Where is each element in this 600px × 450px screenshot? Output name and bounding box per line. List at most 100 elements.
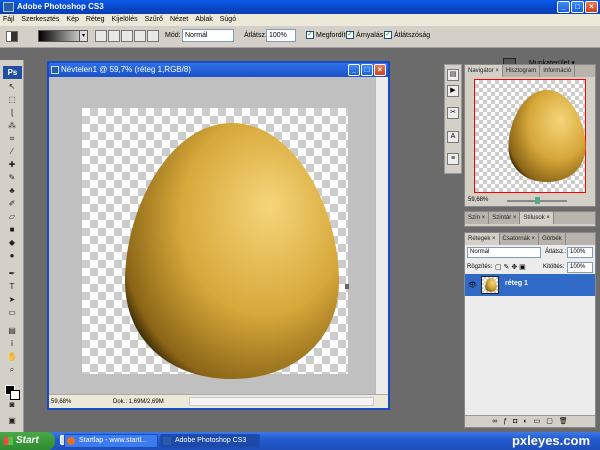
notes-tool-icon[interactable]: ▤ xyxy=(5,326,19,335)
tab-layers[interactable]: Rétegek × xyxy=(465,233,500,245)
document-title-bar[interactable]: Névtelen1 @ 59,7% (réteg 1,RGB/8) _ □ × xyxy=(49,63,388,77)
app-title-bar: Adobe Photoshop CS3 _ □ × xyxy=(0,0,600,14)
layer-row[interactable]: 👁 réteg 1 xyxy=(465,274,595,296)
photoshop-app-icon xyxy=(3,2,14,12)
navigator-preview[interactable] xyxy=(474,79,586,193)
reflected-gradient-button[interactable] xyxy=(134,30,146,42)
magic-wand-tool-icon[interactable]: ⁂ xyxy=(5,121,19,130)
vertical-scrollbar[interactable] xyxy=(375,77,388,396)
quick-mask-icon[interactable]: ◙ xyxy=(5,400,19,409)
dodge-tool-icon[interactable]: ● xyxy=(5,251,19,260)
start-button[interactable]: Start xyxy=(0,432,55,450)
menu-window[interactable]: Ablak xyxy=(195,14,213,26)
zoom-level[interactable]: 59,68% xyxy=(51,396,71,408)
tab-histogram[interactable]: Hisztogram xyxy=(503,65,541,77)
history-panel-icon[interactable]: ▤ xyxy=(447,69,459,81)
gradient-tool-icon[interactable]: ■ xyxy=(5,225,19,234)
screen-mode-icon[interactable]: ▣ xyxy=(5,416,19,425)
link-layers-icon[interactable]: ∞ xyxy=(492,416,497,427)
background-color-swatch[interactable] xyxy=(10,390,20,400)
tab-channels[interactable]: Csatornák × xyxy=(500,233,540,245)
lasso-tool-icon[interactable]: ɭ xyxy=(5,108,19,117)
layer-mask-icon[interactable]: ◘ xyxy=(513,416,517,427)
tab-info[interactable]: Információ xyxy=(540,65,576,77)
pen-tool-icon[interactable]: ✒ xyxy=(5,269,19,278)
angle-gradient-button[interactable] xyxy=(121,30,133,42)
checkmark-icon: ✓ xyxy=(346,31,354,39)
actions-panel-icon[interactable]: ▶ xyxy=(447,85,459,97)
panel-dock-strip: ▤ ▶ ✂ A ≡ xyxy=(444,64,462,174)
tab-color[interactable]: Szín × xyxy=(465,212,490,224)
menu-file[interactable]: Fájl xyxy=(3,14,14,26)
reverse-checkbox[interactable]: ✓ Megfordít xyxy=(306,31,346,39)
menu-select[interactable]: Kijelölés xyxy=(112,14,138,26)
shape-tool-icon[interactable]: ▭ xyxy=(5,308,19,317)
crop-tool-icon[interactable]: ⌗ xyxy=(5,134,19,143)
taskbar-item-browser[interactable]: Startlap - www.startl... xyxy=(64,434,158,448)
doc-maximize-button[interactable]: □ xyxy=(361,64,373,76)
menu-edit[interactable]: Szerkesztés xyxy=(21,14,59,26)
hand-tool-icon[interactable]: ✋ xyxy=(5,352,19,361)
new-group-icon[interactable]: ▭ xyxy=(534,416,541,427)
slice-tool-icon[interactable]: ⁄ xyxy=(5,147,19,156)
gradient-picker[interactable]: ▾ xyxy=(38,30,88,42)
maximize-button[interactable]: □ xyxy=(571,1,584,13)
tab-swatches[interactable]: Színtár × xyxy=(489,212,521,224)
document-size-info[interactable]: Dok.: 1,69M/2,69M xyxy=(113,396,164,408)
taskbar-item-photoshop[interactable]: Adobe Photoshop CS3 xyxy=(160,434,260,448)
windows-logo-icon xyxy=(4,437,13,445)
diamond-gradient-button[interactable] xyxy=(147,30,159,42)
doc-close-button[interactable]: × xyxy=(374,64,386,76)
close-button[interactable]: × xyxy=(585,1,598,13)
move-tool-icon[interactable]: ↖ xyxy=(5,82,19,91)
dither-checkbox[interactable]: ✓ Árnyalás xyxy=(346,31,383,39)
tab-curves[interactable]: Görbék xyxy=(539,233,566,245)
menu-layer[interactable]: Réteg xyxy=(86,14,105,26)
menu-help[interactable]: Súgó xyxy=(220,14,236,26)
tab-styles[interactable]: Stílusok × xyxy=(520,212,554,224)
tool-presets-icon[interactable]: ✂ xyxy=(447,107,459,119)
history-brush-tool-icon[interactable]: ✐ xyxy=(5,199,19,208)
eyedropper-tool-icon[interactable]: ⅰ xyxy=(5,339,19,348)
opacity-field[interactable]: 100% xyxy=(266,29,296,42)
paragraph-panel-icon[interactable]: ≡ xyxy=(447,153,459,165)
layer-style-icon[interactable]: ƒ xyxy=(503,416,507,427)
navigator-zoom-bar: 59,68% xyxy=(465,195,595,206)
menu-filter[interactable]: Szűrő xyxy=(145,14,163,26)
transparency-checkbox[interactable]: ✓ Átlátszóság xyxy=(384,31,430,39)
mode-select[interactable]: Normál xyxy=(182,29,234,42)
blur-tool-icon[interactable]: ◆ xyxy=(5,238,19,247)
path-selection-tool-icon[interactable]: ➤ xyxy=(5,295,19,304)
egg-shape xyxy=(125,123,339,379)
tab-navigator[interactable]: Navigátor × xyxy=(465,65,503,77)
eye-icon[interactable]: 👁 xyxy=(468,281,477,289)
new-layer-icon[interactable]: ▢ xyxy=(546,416,553,427)
zoom-tool-icon[interactable]: ⌕ xyxy=(5,365,19,374)
linear-gradient-button[interactable] xyxy=(95,30,107,42)
layer-egg-thumbnail xyxy=(485,278,497,292)
lock-icons[interactable]: ▢ ✎ ✥ ▣ xyxy=(495,263,526,271)
chevron-down-icon[interactable]: ▾ xyxy=(79,31,87,41)
clone-stamp-tool-icon[interactable]: ♣ xyxy=(5,186,19,195)
menu-image[interactable]: Kép xyxy=(66,14,78,26)
blend-mode-select[interactable]: Normál xyxy=(467,247,541,258)
marquee-tool-icon[interactable]: ⬚ xyxy=(5,95,19,104)
healing-brush-tool-icon[interactable]: ✚ xyxy=(5,160,19,169)
brush-tool-icon[interactable]: ✎ xyxy=(5,173,19,182)
radial-gradient-button[interactable] xyxy=(108,30,120,42)
gradient-tool-preset-icon[interactable] xyxy=(6,31,18,42)
navigator-zoom[interactable]: 59,68% xyxy=(468,197,488,203)
fill-field[interactable]: 100% xyxy=(567,262,593,273)
adjustment-layer-icon[interactable]: ◐ xyxy=(523,416,527,427)
doc-minimize-button[interactable]: _ xyxy=(348,64,360,76)
type-tool-icon[interactable]: T xyxy=(5,282,19,291)
horizontal-scrollbar[interactable] xyxy=(189,397,374,406)
layer-opacity-field[interactable]: 100% xyxy=(567,247,593,258)
eraser-tool-icon[interactable]: ▱ xyxy=(5,212,19,221)
character-panel-icon[interactable]: A xyxy=(447,131,459,143)
canvas-area[interactable] xyxy=(49,77,388,396)
zoom-slider-knob[interactable] xyxy=(535,197,540,204)
trash-icon[interactable]: 🗑 xyxy=(559,416,568,427)
minimize-button[interactable]: _ xyxy=(557,1,570,13)
menu-view[interactable]: Nézet xyxy=(170,14,188,26)
